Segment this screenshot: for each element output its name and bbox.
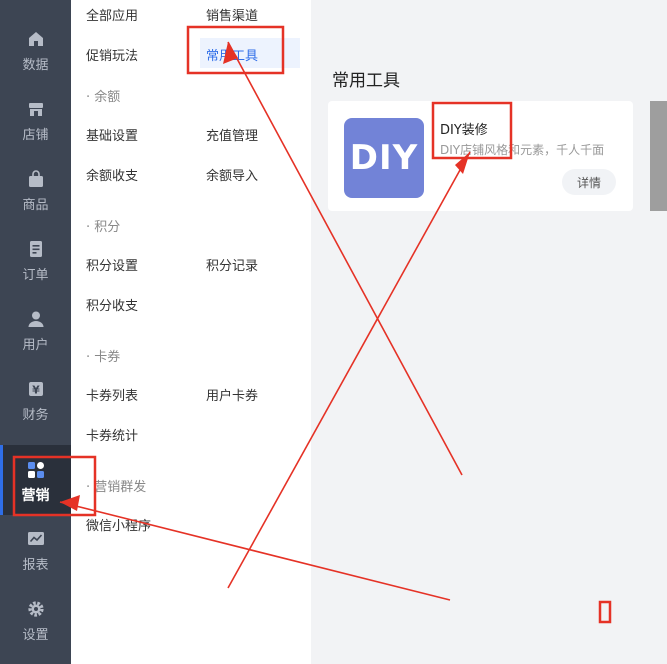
submenu-item-user-coupons[interactable]: 用户卡券 [206, 385, 258, 404]
nav-label: 用户 [22, 338, 49, 353]
nav-label: 商品 [22, 198, 49, 213]
nav-item-marketing[interactable]: 营销 [0, 445, 71, 515]
submenu-item-points-settings[interactable]: 积分设置 [86, 255, 138, 274]
user-icon [28, 311, 44, 327]
submenu-item-basic-settings[interactable]: 基础设置 [86, 125, 138, 144]
nav-item-orders[interactable]: 订单 [0, 220, 71, 290]
tool-card-description: DIY店铺风格和元素，千人千面 [440, 143, 605, 157]
tool-card-name: DIY装修 [440, 123, 488, 138]
diy-logo: DIY [344, 118, 424, 198]
submenu-item-all-apps[interactable]: 全部应用 [86, 5, 138, 24]
report-icon [28, 532, 44, 545]
settings-icon [28, 601, 44, 617]
nav-item-store[interactable]: 店铺 [0, 80, 71, 150]
marketing-icon [28, 462, 44, 478]
next-tool-card-partial[interactable] [650, 101, 667, 211]
submenu-item-balance-import[interactable]: 余额导入 [206, 165, 258, 184]
submenu-item-coupon-stats[interactable]: 卡券统计 [86, 425, 138, 444]
group-title-points: · 积分 [86, 220, 121, 235]
submenu-item-recharge[interactable]: 充值管理 [206, 125, 258, 144]
submenu-item-coupon-list[interactable]: 卡券列表 [86, 385, 138, 404]
nav-item-goods[interactable]: 商品 [0, 150, 71, 220]
nav-item-data[interactable]: 数据 [0, 10, 71, 80]
submenu-item-wechat-miniprogram[interactable]: 微信小程序 [86, 515, 151, 534]
highlight-box-small [598, 600, 612, 624]
submenu-item-promotions[interactable]: 促销玩法 [86, 45, 138, 64]
nav-label: 店铺 [22, 128, 49, 143]
order-icon [30, 241, 42, 257]
submenu-item-common-tools[interactable]: 常用工具 [206, 45, 258, 64]
left-nav: 数据 店铺 商品 订单 用户 ¥ 财务 营销 报表 设置 [0, 0, 71, 664]
nav-label: 设置 [22, 628, 49, 643]
nav-label: 营销 [21, 488, 50, 504]
details-button[interactable]: 详情 [562, 169, 616, 195]
nav-item-users[interactable]: 用户 [0, 290, 71, 360]
submenu-item-balance-flow[interactable]: 余额收支 [86, 165, 138, 184]
nav-item-reports[interactable]: 报表 [0, 510, 71, 580]
group-title-broadcast: · 营销群发 [86, 480, 147, 495]
submenu-item-points-flow[interactable]: 积分收支 [86, 295, 138, 314]
nav-label: 数据 [22, 58, 49, 73]
group-title-balance: · 余额 [86, 90, 121, 105]
nav-item-settings[interactable]: 设置 [0, 580, 71, 650]
page-title: 常用工具 [332, 71, 400, 91]
tool-card-diy[interactable]: DIY DIY装修 DIY店铺风格和元素，千人千面 详情 [328, 101, 633, 211]
nav-label: 财务 [22, 408, 49, 423]
bag-icon [29, 170, 43, 187]
nav-label: 订单 [22, 268, 49, 283]
group-title-coupons: · 卡券 [86, 350, 121, 365]
svg-text:¥: ¥ [32, 384, 40, 397]
nav-item-finance[interactable]: ¥ 财务 [0, 360, 71, 430]
store-icon [29, 103, 43, 116]
finance-icon: ¥ [29, 382, 43, 397]
submenu-item-points-records[interactable]: 积分记录 [206, 255, 258, 274]
submenu-item-sales-channels[interactable]: 销售渠道 [206, 5, 258, 24]
nav-label: 报表 [22, 558, 49, 573]
home-icon [29, 32, 43, 46]
